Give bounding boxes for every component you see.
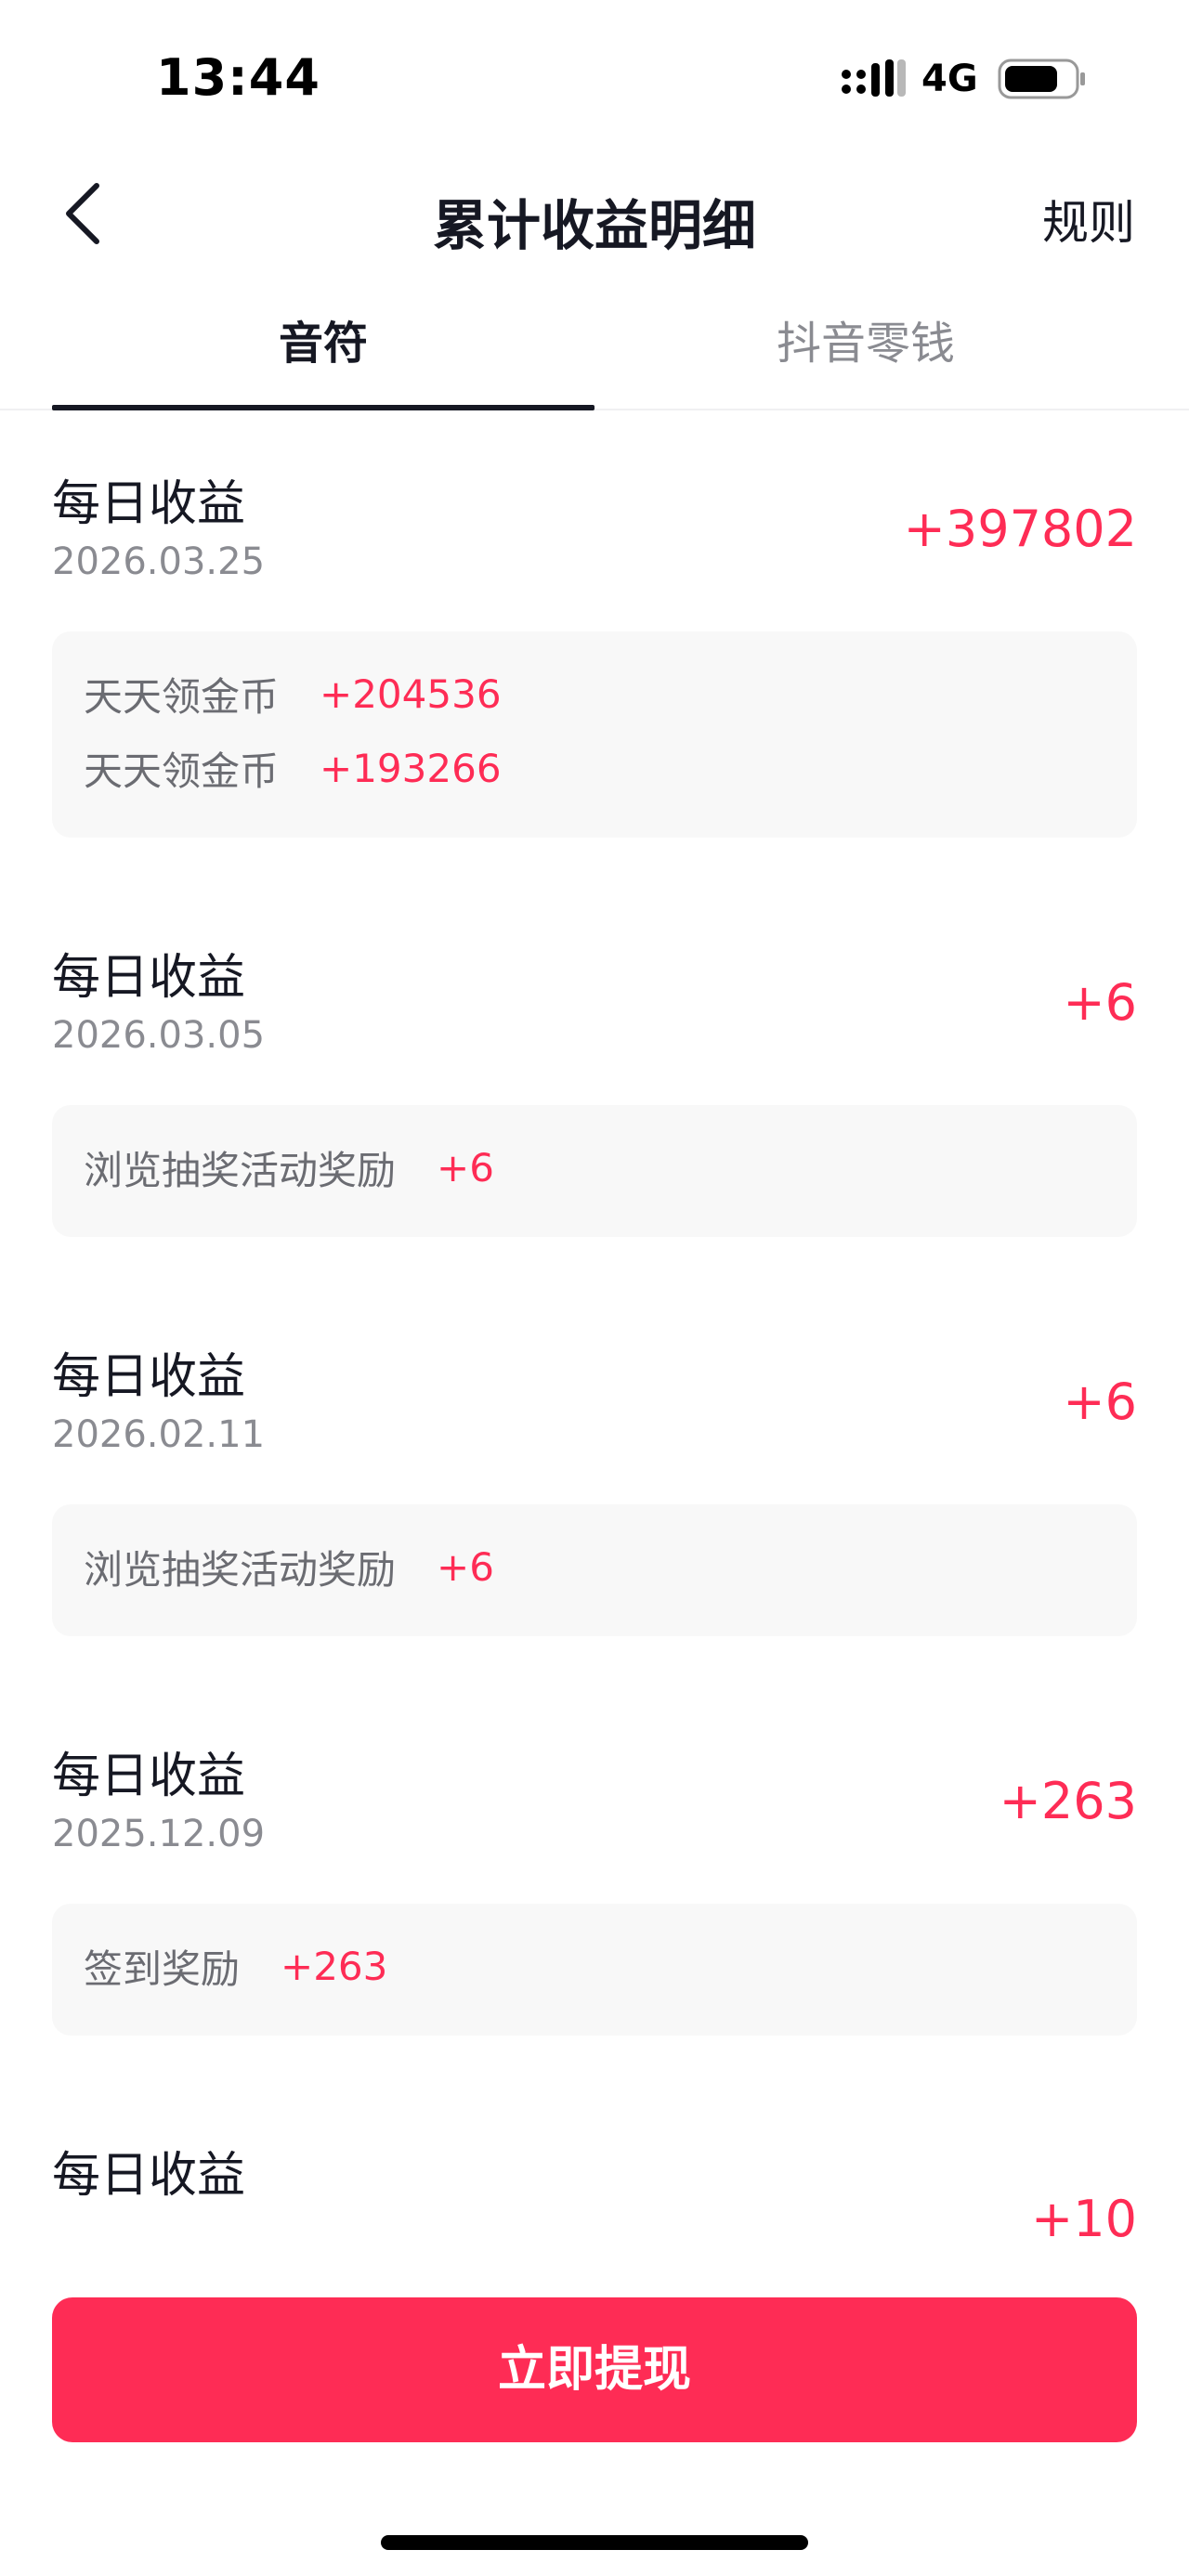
entry-header: 每日收益 2025.12.09 +263 bbox=[52, 1737, 1137, 1904]
detail-row: 天天领金币 +193266 bbox=[84, 722, 1105, 813]
status-time: 13:44 bbox=[156, 48, 320, 107]
entry-title: 每日收益 bbox=[52, 1349, 246, 1405]
entry-spacer bbox=[52, 2036, 1137, 2136]
page-title: 累计收益明细 bbox=[432, 194, 756, 257]
list-item: 每日收益 2026.02.11 +6 浏览抽奖活动奖励 +6 bbox=[52, 1337, 1137, 1737]
status-bar: 13:44 4G bbox=[0, 0, 1189, 158]
detail-row: 浏览抽奖活动奖励 +6 bbox=[84, 1521, 1105, 1612]
nav-bar: 累计收益明细 规则 bbox=[0, 158, 1189, 269]
home-indicator[interactable] bbox=[381, 2535, 808, 2550]
detail-box: 浏览抽奖活动奖励 +6 bbox=[52, 1105, 1137, 1237]
rules-link[interactable]: 规则 bbox=[1042, 186, 1135, 253]
detail-amount: +263 bbox=[281, 1943, 388, 1989]
entry-total: +263 bbox=[999, 1772, 1137, 1830]
detail-label: 签到奖励 bbox=[84, 1945, 241, 1992]
entry-date: 2026.02.11 bbox=[52, 1413, 266, 1456]
detail-amount: +6 bbox=[437, 1144, 494, 1190]
entry-spacer bbox=[52, 1237, 1137, 1337]
tab-douyin-wallet[interactable]: 抖音零钱 bbox=[594, 306, 1137, 407]
tab-bar: 音符 抖音零钱 bbox=[0, 306, 1189, 410]
entry-title: 每日收益 bbox=[52, 2148, 246, 2204]
entry-date: 2026.03.25 bbox=[52, 540, 266, 583]
entry-header: 每日收益 2026.03.25 +397802 bbox=[52, 464, 1137, 631]
entry-header: 每日收益 2026.03.05 +6 bbox=[52, 938, 1137, 1105]
entry-spacer bbox=[52, 1636, 1137, 1737]
entry-title: 每日收益 bbox=[52, 476, 246, 532]
detail-label: 天天领金币 bbox=[84, 748, 280, 794]
withdraw-button[interactable]: 立即提现 bbox=[52, 2297, 1137, 2442]
list-item: 每日收益 2026.03.25 +397802 天天领金币 +204536 天天… bbox=[52, 464, 1137, 938]
entry-date: 2026.03.05 bbox=[52, 1014, 266, 1057]
detail-box: 浏览抽奖活动奖励 +6 bbox=[52, 1504, 1137, 1636]
entry-total: +10 bbox=[1031, 2190, 1137, 2248]
network-type: 4G bbox=[921, 58, 978, 100]
entry-date: 2025.12.09 bbox=[52, 1813, 266, 1855]
entry-total: +6 bbox=[1063, 1373, 1137, 1431]
battery-icon bbox=[998, 59, 1085, 99]
detail-box: 天天领金币 +204536 天天领金币 +193266 bbox=[52, 631, 1137, 838]
tab-notes[interactable]: 音符 bbox=[52, 306, 594, 407]
detail-amount: +6 bbox=[437, 1543, 494, 1590]
entry-title: 每日收益 bbox=[52, 1749, 246, 1804]
entry-spacer bbox=[52, 838, 1137, 938]
detail-label: 浏览抽奖活动奖励 bbox=[84, 1147, 397, 1193]
detail-row: 浏览抽奖活动奖励 +6 bbox=[84, 1122, 1105, 1213]
detail-amount: +204536 bbox=[320, 670, 502, 717]
signal-icon bbox=[842, 59, 906, 97]
entry-title: 每日收益 bbox=[52, 950, 246, 1006]
detail-label: 天天领金币 bbox=[84, 673, 280, 720]
entry-total: +397802 bbox=[903, 500, 1137, 558]
detail-amount: +193266 bbox=[320, 745, 502, 791]
entry-total: +6 bbox=[1063, 973, 1137, 1032]
list-item: 每日收益 2026.03.05 +6 浏览抽奖活动奖励 +6 bbox=[52, 938, 1137, 1337]
detail-box: 签到奖励 +263 bbox=[52, 1904, 1137, 2036]
entry-header: 每日收益 2026.02.11 +6 bbox=[52, 1337, 1137, 1504]
list-item: 每日收益 +10 bbox=[52, 2136, 1137, 2303]
entry-header: 每日收益 +10 bbox=[52, 2136, 1137, 2303]
list-item: 每日收益 2025.12.09 +263 签到奖励 +263 bbox=[52, 1737, 1137, 2136]
active-tab-indicator bbox=[52, 405, 594, 410]
earnings-list[interactable]: 每日收益 2026.03.25 +397802 天天领金币 +204536 天天… bbox=[52, 464, 1137, 2303]
detail-row: 签到奖励 +263 bbox=[84, 1920, 1105, 2011]
detail-label: 浏览抽奖活动奖励 bbox=[84, 1546, 397, 1593]
